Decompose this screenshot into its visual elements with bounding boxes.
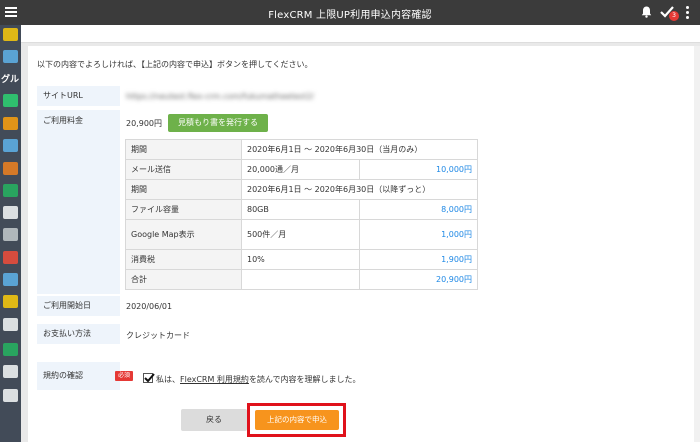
fee-item-label: メール送信: [125, 159, 242, 180]
fee-item-detail: 80GB: [241, 199, 360, 220]
fee-item-amount: 10,000円: [359, 159, 478, 180]
sidebar-briefcase-icon[interactable]: [3, 295, 18, 308]
sidebar-calculator-icon[interactable]: [3, 389, 18, 402]
fee-label: ご利用料金: [37, 110, 120, 294]
consent-text: 私は、FlexCRM 利用規約を読んで内容を理解しました。: [156, 374, 361, 385]
consent-label: 規約の確認: [37, 362, 120, 390]
consent-checkbox[interactable]: [143, 373, 155, 383]
fee-item-detail: 500件／月: [241, 219, 360, 250]
submit-application-button[interactable]: 上記の内容で申込: [255, 410, 339, 430]
sidebar-item-group[interactable]: グル: [1, 72, 19, 85]
scrollbar[interactable]: [694, 46, 700, 442]
sidebar-list-icon[interactable]: [3, 318, 18, 331]
fee-item-amount: 8,000円: [359, 199, 478, 220]
site-url-label: サイトURL: [37, 86, 120, 106]
consent-prefix: 私は、: [156, 375, 180, 384]
table-row: ファイル容量 80GB 8,000円: [125, 199, 478, 220]
intro-text: 以下の内容でよろしければ、【上記の内容で申込】ボタンを押してください。: [37, 60, 313, 69]
fee-item-detail: 20,000通／月: [241, 159, 360, 180]
table-row: 合計 20,900円: [125, 269, 478, 290]
sidebar-image-icon[interactable]: [3, 117, 18, 130]
sidebar-home-icon[interactable]: [3, 28, 18, 41]
sidebar-document-icon[interactable]: [3, 206, 18, 219]
fee-item-label: 期間: [125, 139, 242, 160]
sidebar-chat-icon[interactable]: [3, 139, 18, 152]
fee-period: 2020年6月1日 ～ 2020年6月30日（当月のみ）: [241, 139, 478, 160]
consent-suffix: を読んで内容を理解しました。: [248, 375, 361, 384]
fee-period: 2020年6月1日 ～ 2020年6月30日（以降ずっと）: [241, 179, 478, 200]
fee-breakdown-table: 期間 2020年6月1日 ～ 2020年6月30日（当月のみ） メール送信 20,00…: [125, 139, 478, 290]
sidebar-copy-icon[interactable]: [3, 228, 18, 241]
sidebar-message-icon[interactable]: [3, 273, 18, 286]
fee-item-amount: 1,000円: [359, 219, 478, 250]
sidebar-checklist-icon[interactable]: [3, 184, 18, 197]
fee-item-label: 消費税: [125, 249, 242, 270]
more-options-icon[interactable]: [686, 6, 690, 19]
table-row: Google Map表示 500件／月 1,000円: [125, 219, 478, 250]
table-row: 期間 2020年6月1日 ～ 2020年6月30日（以降ずっと）: [125, 179, 478, 200]
fee-total-value: 20,900円: [126, 119, 162, 128]
required-badge: 必須: [115, 371, 133, 381]
start-date-label: ご利用開始日: [37, 296, 120, 316]
sidebar: グル: [0, 25, 21, 442]
site-url-value: https://neutest.flex-crm.com/fukumatheet…: [126, 92, 314, 101]
sidebar-checklist-icon[interactable]: [3, 343, 18, 356]
bell-icon[interactable]: [641, 6, 652, 18]
top-bar: FlexCRM 上限UP利用申込内容確認 3: [0, 0, 700, 25]
checkmark-icon: [144, 373, 155, 383]
table-row: 期間 2020年6月1日 ～ 2020年6月30日（当月のみ）: [125, 139, 478, 160]
start-date-value: 2020/06/01: [126, 302, 173, 311]
notification-badge: 3: [669, 11, 679, 21]
sidebar-mail-icon[interactable]: [3, 251, 18, 264]
payment-value: クレジットカード: [126, 331, 190, 340]
fee-item-detail: [241, 269, 360, 290]
terms-link[interactable]: FlexCRM 利用規約: [180, 375, 249, 384]
fee-item-label: ファイル容量: [125, 199, 242, 220]
fee-item-amount: 1,900円: [359, 249, 478, 270]
fee-item-label: 期間: [125, 179, 242, 200]
header-strip: [21, 25, 700, 43]
sidebar-chevron-right-icon[interactable]: [3, 94, 18, 107]
issue-quote-button[interactable]: 見積もり書を発行する: [168, 114, 268, 132]
payment-label: お支払い方法: [37, 324, 120, 344]
sidebar-card-icon[interactable]: [3, 365, 18, 378]
fee-item-amount: 20,900円: [359, 269, 478, 290]
sidebar-calendar-icon[interactable]: [3, 162, 18, 175]
page-title: FlexCRM 上限UP利用申込内容確認: [268, 10, 432, 21]
fee-item-label: 合計: [125, 269, 242, 290]
table-row: 消費税 10% 1,900円: [125, 249, 478, 270]
fee-item-label: Google Map表示: [125, 219, 242, 250]
fee-item-detail: 10%: [241, 249, 360, 270]
back-button[interactable]: 戻る: [181, 409, 247, 431]
table-row: メール送信 20,000通／月 10,000円: [125, 159, 478, 180]
sidebar-database-icon[interactable]: [3, 50, 18, 63]
